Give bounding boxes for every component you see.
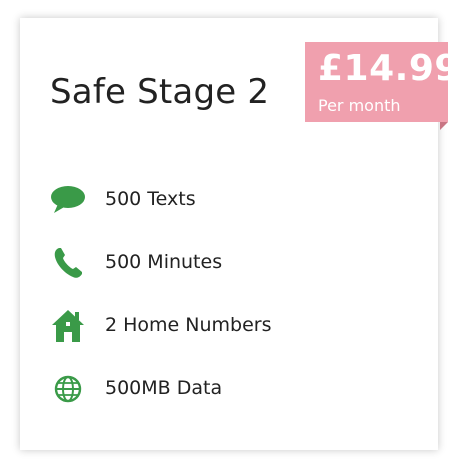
feature-item-data: 500MB Data [50, 369, 420, 432]
price-tag-fold [440, 122, 448, 130]
feature-item-texts: 500 Texts [50, 180, 420, 243]
feature-item-minutes: 500 Minutes [50, 243, 420, 306]
feature-label: 500 Texts [105, 188, 196, 210]
feature-list: 500 Texts 500 Minutes 2 Home Numbers 500… [50, 180, 420, 432]
price-amount: £14.99 [318, 48, 457, 89]
feature-item-home-numbers: 2 Home Numbers [50, 306, 420, 369]
plan-card: Safe Stage 2 £14.99 Per month 500 Texts … [20, 18, 457, 450]
plan-title: Safe Stage 2 [50, 72, 270, 112]
feature-label: 2 Home Numbers [105, 314, 272, 336]
phone-icon [50, 243, 86, 283]
globe-icon [50, 369, 86, 409]
speech-bubble-icon [50, 180, 86, 220]
home-icon [50, 306, 86, 346]
feature-label: 500MB Data [105, 377, 223, 399]
feature-label: 500 Minutes [105, 251, 223, 273]
price-period: Per month [318, 96, 401, 115]
price-tag: £14.99 Per month [305, 42, 457, 130]
